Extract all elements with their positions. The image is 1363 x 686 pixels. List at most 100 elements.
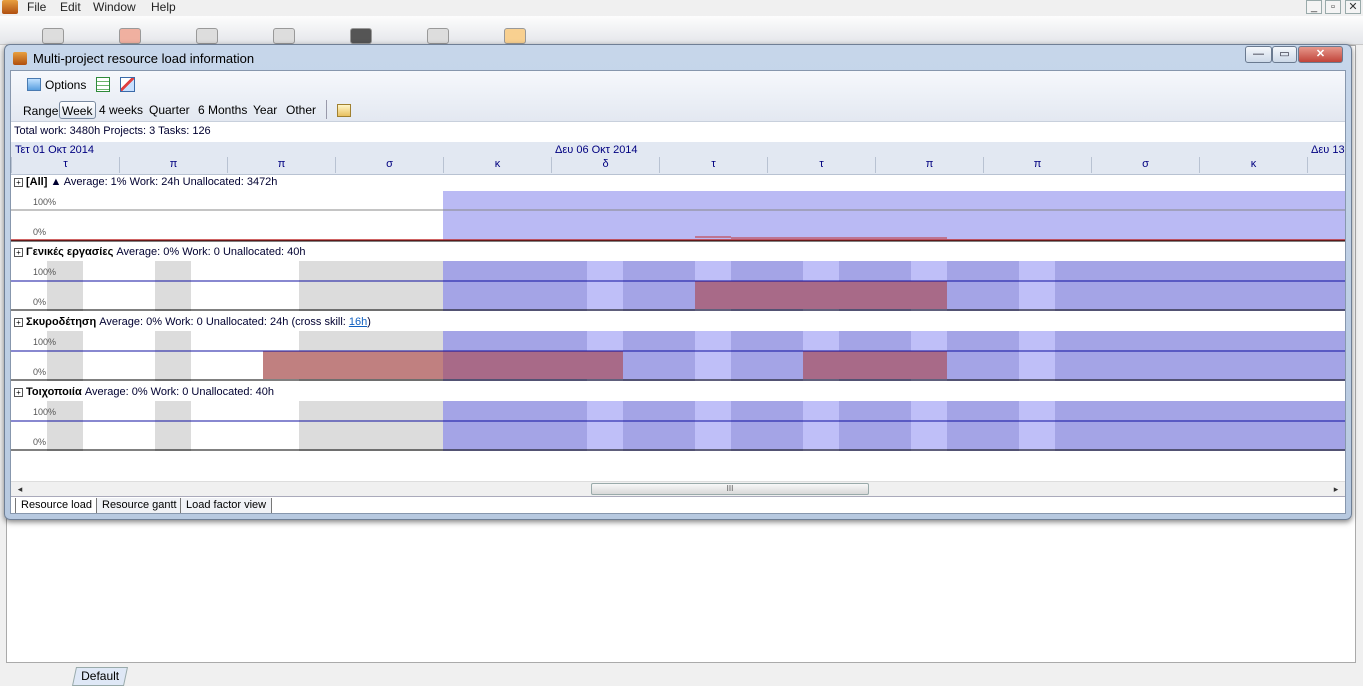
- dialog-close-button[interactable]: ✕: [1298, 46, 1343, 63]
- day-cell: σ: [335, 157, 443, 173]
- tool-resources-icon[interactable]: [42, 28, 64, 44]
- expand-icon[interactable]: +: [14, 178, 23, 187]
- day-cell: π: [983, 157, 1091, 173]
- app-close-button[interactable]: ✕: [1345, 0, 1361, 14]
- date-label-2: Δευ 06 Οκτ 2014: [555, 144, 638, 156]
- tool-report-icon[interactable]: [427, 28, 449, 44]
- menu-file[interactable]: File: [27, 0, 46, 14]
- horizontal-scrollbar[interactable]: ◂ III ▸: [11, 481, 1345, 497]
- day-cell: [1307, 157, 1345, 173]
- future-light-block: [587, 401, 623, 451]
- pct-100-masonry: 100%: [33, 407, 57, 417]
- day-cell: τ: [767, 157, 875, 173]
- scroll-left-icon[interactable]: ◂: [13, 483, 27, 496]
- row-title-all[interactable]: + [All] ▲ Average: 1% Work: 24h Unallocat…: [14, 176, 277, 188]
- dialog-maximize-button[interactable]: ▭: [1272, 46, 1297, 63]
- tool-calendar-icon[interactable]: [504, 28, 526, 44]
- menu-help[interactable]: Help: [151, 0, 176, 14]
- future-light-block: [1019, 331, 1055, 381]
- day-cell: τ: [659, 157, 767, 173]
- toolbar-separator: [326, 100, 327, 119]
- pct-100-general: 100%: [33, 267, 57, 277]
- dialog-title: Multi-project resource load information: [33, 51, 255, 66]
- scroll-right-icon[interactable]: ▸: [1329, 483, 1343, 496]
- date-label-1: Τετ 01 Οκτ 2014: [15, 144, 95, 156]
- tool-people-icon[interactable]: [273, 28, 295, 44]
- summary-text: Total work: 3480h Projects: 3 Tasks: 126: [14, 125, 211, 137]
- dialog-app-icon: [13, 52, 27, 65]
- range-label: Range: [23, 104, 59, 118]
- future-light-block: [1019, 261, 1055, 311]
- app-restore-button[interactable]: ▫: [1325, 0, 1341, 14]
- menu-edit[interactable]: Edit: [60, 0, 81, 14]
- table-view-icon[interactable]: [96, 77, 110, 92]
- weekend-block: [155, 261, 191, 311]
- dialog-client: Options Range Week 4 weeks Quarter 6 Mon…: [10, 70, 1346, 514]
- pct-100-all: 100%: [33, 197, 57, 207]
- day-cell: δ: [551, 157, 659, 173]
- overload-block: [443, 351, 623, 379]
- day-cell: τ: [11, 157, 119, 173]
- cross-skill-link[interactable]: 16h: [349, 316, 367, 328]
- range-quarter[interactable]: Quarter: [149, 103, 190, 117]
- all-load-area: [443, 191, 1345, 241]
- pct-0-all: 0%: [33, 227, 47, 237]
- weekend-block: [155, 401, 191, 451]
- day-cell: κ: [1199, 157, 1307, 173]
- options-button[interactable]: Options: [45, 78, 86, 92]
- day-cell: κ: [443, 157, 551, 173]
- app-minimize-button[interactable]: _: [1306, 0, 1322, 14]
- future-light-block: [695, 401, 731, 451]
- app-logo-icon: [2, 0, 18, 14]
- tool-gantt-icon[interactable]: [350, 28, 372, 44]
- dialog-minimize-button[interactable]: —: [1245, 46, 1272, 63]
- tab-resource-load[interactable]: Resource load: [15, 498, 98, 513]
- weekend-block: [299, 401, 443, 451]
- menu-window[interactable]: Window: [93, 0, 136, 14]
- overload-block: [803, 351, 947, 379]
- expand-icon[interactable]: +: [14, 318, 23, 327]
- overload-block: [263, 351, 443, 379]
- chart-view-icon[interactable]: [120, 77, 135, 92]
- range-4-weeks[interactable]: 4 weeks: [99, 103, 143, 117]
- range-6-months[interactable]: 6 Months: [198, 103, 247, 117]
- tool-print-icon[interactable]: [119, 28, 141, 44]
- future-light-block: [587, 261, 623, 311]
- row-title-general[interactable]: + Γενικές εργασίες Average: 0% Work: 0 Un…: [14, 246, 306, 258]
- export-icon[interactable]: [337, 104, 351, 117]
- tab-default[interactable]: Default: [71, 667, 129, 686]
- sort-arrow-icon[interactable]: ▲: [50, 176, 61, 188]
- expand-icon[interactable]: +: [14, 248, 23, 257]
- expand-icon[interactable]: +: [14, 388, 23, 397]
- pct-0-concrete: 0%: [33, 367, 47, 377]
- day-cell: π: [875, 157, 983, 173]
- future-load-area: [443, 401, 1345, 451]
- row-title-concrete[interactable]: + Σκυροδέτηση Average: 0% Work: 0 Unalloc…: [14, 316, 371, 328]
- future-light-block: [1019, 401, 1055, 451]
- tab-load-factor-view[interactable]: Load factor view: [180, 498, 273, 513]
- range-other[interactable]: Other: [286, 103, 316, 117]
- options-icon[interactable]: [27, 78, 41, 91]
- day-cell: π: [227, 157, 335, 173]
- app-toolbar: [0, 16, 1363, 45]
- overload-block: [695, 281, 947, 309]
- row-title-masonry[interactable]: + Τοιχοποιία Average: 0% Work: 0 Unalloca…: [14, 386, 274, 398]
- resource-load-dialog: Multi-project resource load information …: [4, 44, 1352, 520]
- tab-resource-gantt[interactable]: Resource gantt: [96, 498, 183, 513]
- view-tabs: Resource load Resource gantt Load factor…: [11, 496, 1345, 513]
- scroll-thumb[interactable]: III: [591, 483, 869, 495]
- weekend-block: [299, 261, 443, 311]
- range-year[interactable]: Year: [253, 103, 277, 117]
- future-light-block: [911, 401, 947, 451]
- tool-clock-icon[interactable]: [196, 28, 218, 44]
- timeline-header: Τετ 01 Οκτ 2014 Δευ 06 Οκτ 2014 Δευ 13 τ…: [11, 142, 1345, 175]
- date-label-3: Δευ 13: [1311, 144, 1345, 156]
- range-week[interactable]: Week: [62, 104, 92, 118]
- pct-100-concrete: 100%: [33, 337, 57, 347]
- weekend-block: [155, 331, 191, 381]
- pct-0-general: 0%: [33, 297, 47, 307]
- day-cell: π: [119, 157, 227, 173]
- future-light-block: [803, 401, 839, 451]
- future-light-block: [695, 331, 731, 381]
- load-chart: + [All] ▲ Average: 1% Work: 24h Unallocat…: [11, 174, 1345, 460]
